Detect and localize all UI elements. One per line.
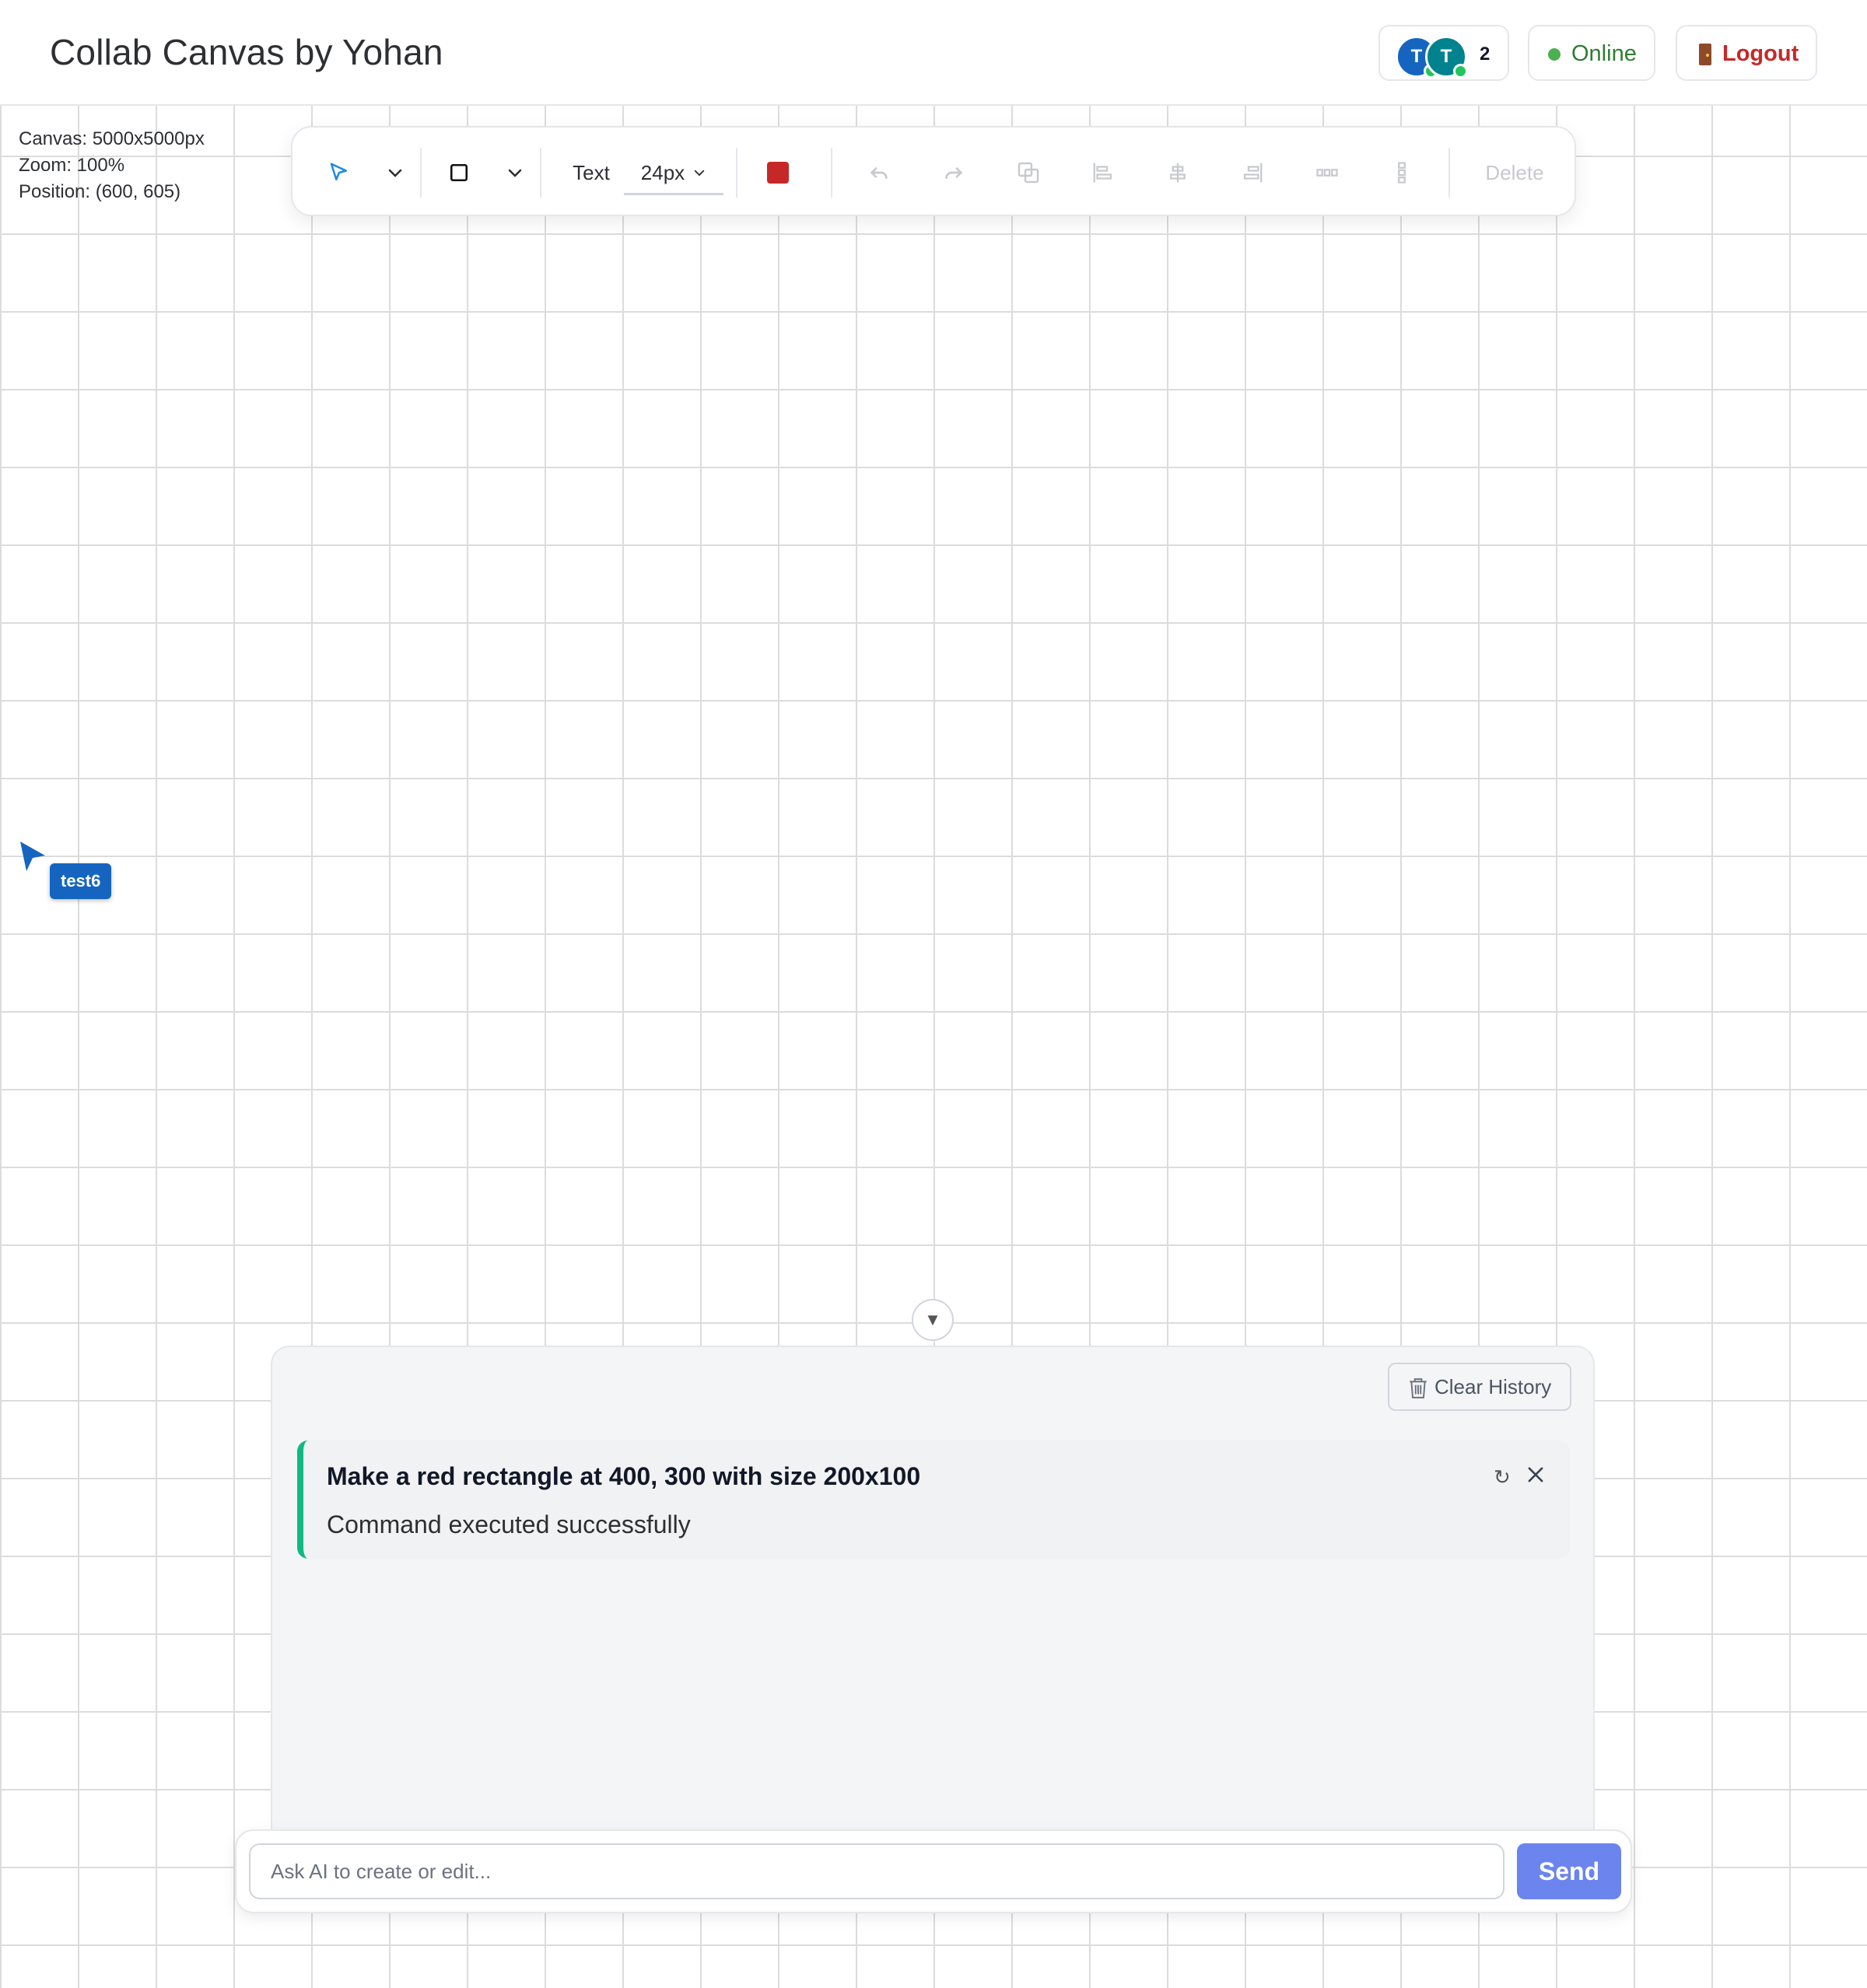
- redo-icon: [945, 167, 963, 179]
- history-command: Make a red rectangle at 400, 300 with si…: [327, 1462, 921, 1490]
- undo-button[interactable]: [860, 154, 898, 191]
- ai-prompt-input[interactable]: [249, 1843, 1504, 1899]
- close-icon[interactable]: [1525, 1464, 1546, 1486]
- undo-icon: [870, 167, 888, 179]
- pointer-arrow-icon: [330, 163, 347, 180]
- online-users-indicator[interactable]: T T 2: [1378, 25, 1509, 81]
- select-tool-button[interactable]: [321, 154, 358, 191]
- toolbar-divider: [736, 148, 737, 198]
- chevron-down-icon: [695, 170, 705, 177]
- send-button[interactable]: Send: [1517, 1843, 1621, 1899]
- select-tool-dropdown[interactable]: [378, 154, 412, 191]
- drawing-toolbar: Text 24px Delete: [291, 126, 1576, 216]
- user-avatar[interactable]: T: [1425, 36, 1468, 79]
- chevron-down-icon: [388, 169, 402, 177]
- ai-history-panel: Clear History Make a red rectangle at 40…: [271, 1346, 1595, 1836]
- duplicate-icon: [1018, 162, 1039, 184]
- align-left-button[interactable]: [1084, 154, 1122, 191]
- font-size-value: 24px: [640, 160, 685, 184]
- logout-button[interactable]: Logout: [1676, 25, 1817, 81]
- connection-status: Online: [1528, 25, 1655, 81]
- canvas-size-readout: Canvas: 5000x5000px: [19, 128, 205, 149]
- triangle-down-icon: ▼: [924, 1310, 941, 1329]
- toolbar-divider: [831, 148, 832, 198]
- door-icon: [1699, 44, 1711, 65]
- align-center-icon: [1170, 163, 1186, 183]
- text-tool-button[interactable]: Text: [560, 154, 622, 191]
- ai-input-bar: Send: [235, 1829, 1632, 1913]
- status-dot-icon: [1548, 48, 1561, 61]
- online-dot: [1453, 64, 1468, 79]
- history-result: Command executed successfully: [327, 1510, 691, 1538]
- chevron-down-icon: [508, 169, 522, 177]
- align-right-icon: [1243, 163, 1263, 183]
- position-readout: Position: (600, 605): [19, 181, 181, 202]
- remote-cursor-icon: [20, 842, 45, 871]
- toolbar-divider: [540, 148, 541, 198]
- canvas-info-overlay: Canvas: 5000x5000px Zoom: 100% Position:…: [19, 126, 205, 205]
- toolbar-divider: [1448, 148, 1450, 198]
- shape-tool-dropdown[interactable]: [498, 154, 532, 191]
- collapse-panel-button[interactable]: ▼: [912, 1299, 954, 1341]
- status-label: Online: [1571, 41, 1637, 66]
- rectangle-icon: [450, 163, 468, 182]
- clear-history-label: Clear History: [1434, 1375, 1552, 1398]
- app-title: Collab Canvas by Yohan: [50, 32, 443, 72]
- clear-history-button[interactable]: Clear History: [1388, 1363, 1571, 1411]
- history-item: Make a red rectangle at 400, 300 with si…: [297, 1440, 1570, 1559]
- app-header: Collab Canvas by Yohan T T 2 Online Logo…: [0, 0, 1867, 106]
- online-user-count: 2: [1480, 44, 1490, 65]
- color-picker-button[interactable]: [759, 154, 797, 191]
- duplicate-button[interactable]: [1010, 154, 1047, 191]
- delete-button[interactable]: Delete: [1472, 154, 1557, 191]
- distribute-vertical-button[interactable]: [1383, 154, 1420, 191]
- zoom-readout: Zoom: 100%: [19, 155, 125, 176]
- distribute-horizontal-icon: [1316, 169, 1338, 177]
- align-right-button[interactable]: [1234, 154, 1271, 191]
- trash-icon: [1410, 1378, 1427, 1398]
- redo-button[interactable]: [935, 154, 972, 191]
- distribute-horizontal-button[interactable]: [1308, 154, 1346, 191]
- remote-cursor-label: test6: [50, 863, 112, 899]
- distribute-vertical-icon: [1398, 162, 1406, 184]
- toolbar-divider: [420, 148, 422, 198]
- logout-label: Logout: [1722, 41, 1799, 66]
- color-swatch: [767, 162, 789, 184]
- font-size-select[interactable]: 24px: [624, 152, 723, 195]
- retry-icon[interactable]: ↻: [1494, 1465, 1511, 1489]
- rectangle-tool-button[interactable]: [440, 154, 478, 191]
- align-center-button[interactable]: [1159, 154, 1196, 191]
- align-left-icon: [1093, 163, 1112, 183]
